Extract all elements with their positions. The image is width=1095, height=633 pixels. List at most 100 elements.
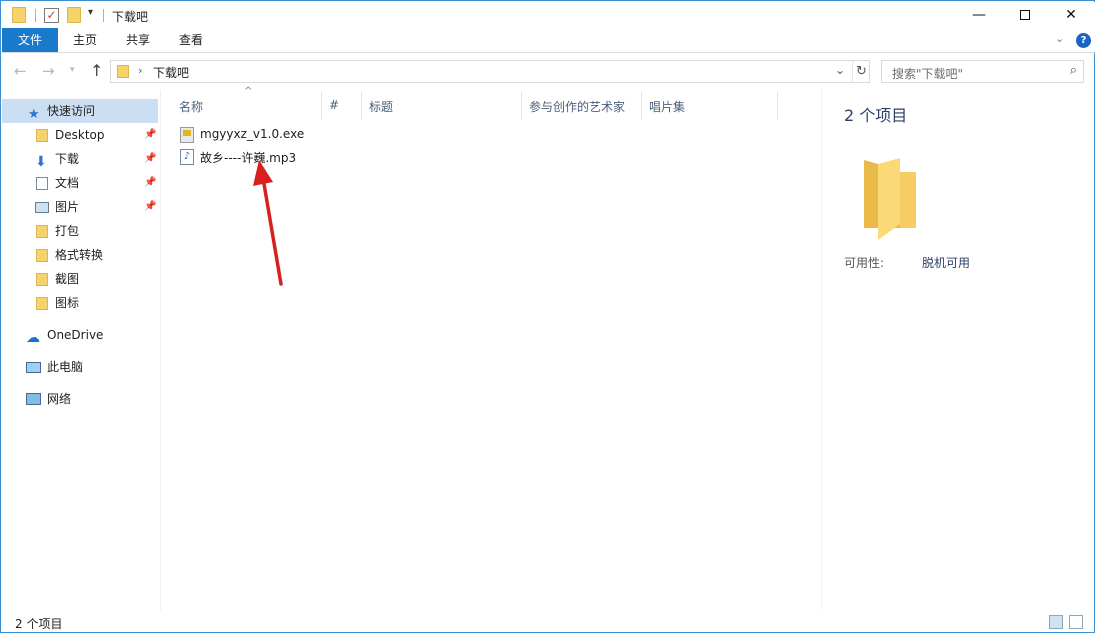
folder-icon	[117, 65, 129, 78]
sidebar-item-documents[interactable]: 文档 📌	[2, 171, 158, 195]
computer-icon	[26, 362, 41, 373]
sidebar-item-pack[interactable]: 打包	[2, 219, 158, 243]
status-text: 2 个项目	[15, 617, 63, 631]
new-folder-icon[interactable]	[67, 7, 81, 23]
details-view-icon[interactable]	[1049, 615, 1063, 629]
divider	[103, 9, 104, 22]
tab-file[interactable]: 文件	[2, 28, 58, 52]
download-icon: ⬇	[35, 154, 47, 170]
sidebar-item-this-pc[interactable]: 此电脑	[2, 355, 158, 379]
properties-icon[interactable]: ✓	[44, 8, 59, 23]
customize-toolbar-icon[interactable]: ▾	[88, 7, 93, 18]
sidebar-item-label: 文档	[55, 176, 80, 190]
column-name[interactable]: 名称	[179, 98, 203, 115]
sidebar-item-network[interactable]: 网络	[2, 387, 158, 411]
help-icon[interactable]: ?	[1076, 33, 1091, 48]
sidebar-item-label: Desktop	[55, 128, 105, 142]
tab-share[interactable]: 共享	[112, 28, 164, 52]
search-input[interactable]: 搜索"下载吧" ⌕	[881, 60, 1084, 83]
column-divider[interactable]	[521, 92, 522, 120]
sidebar-item-screenshots[interactable]: 截图	[2, 267, 158, 291]
sort-ascending-icon: ^	[244, 86, 253, 97]
column-divider[interactable]	[321, 92, 322, 120]
sidebar-item-label: OneDrive	[47, 328, 104, 342]
navigation-pane: ★ 快速访问 Desktop 📌 ⬇ 下载 📌 文档 📌 图片 📌 打包 格式转…	[2, 90, 160, 610]
star-icon: ★	[28, 107, 40, 122]
pin-icon[interactable]: 📌	[144, 195, 156, 219]
search-placeholder: 搜索"下载吧"	[892, 67, 964, 81]
item-count: 2 个项目	[844, 106, 908, 125]
expand-ribbon-icon[interactable]: ⌄	[1055, 32, 1064, 45]
pin-icon[interactable]: 📌	[144, 147, 156, 171]
availability-value: 脱机可用	[922, 256, 971, 270]
recent-locations-icon[interactable]: ▾	[70, 65, 75, 75]
window-title: 下载吧	[112, 10, 149, 24]
column-divider[interactable]	[361, 92, 362, 120]
folder-icon	[36, 273, 48, 286]
up-arrow-icon[interactable]: ↑	[90, 61, 103, 80]
document-icon	[36, 177, 48, 190]
folder-icon	[12, 7, 26, 23]
sidebar-item-label: 快速访问	[47, 104, 96, 118]
minimize-button[interactable]: —	[956, 2, 1002, 28]
navigation-bar: ← → ▾ ↑ › 下载吧 ⌄ ↻ 搜索"下载吧" ⌕	[2, 54, 1095, 90]
sidebar-item-icons[interactable]: 图标	[2, 291, 158, 315]
column-headers: ^ 名称 # 标题 参与创作的艺术家 唱片集	[171, 86, 811, 120]
search-icon[interactable]: ⌕	[1070, 63, 1077, 78]
sidebar-item-format-convert[interactable]: 格式转换	[2, 243, 158, 267]
sidebar-item-desktop[interactable]: Desktop 📌	[2, 123, 158, 147]
breadcrumb-current[interactable]: 下载吧	[153, 64, 189, 81]
annotation-arrow-icon	[253, 160, 283, 286]
folder-icon	[36, 225, 48, 238]
details-pane: 2 个项目 可用性: 脱机可用	[821, 90, 1095, 610]
sidebar-item-label: 截图	[55, 272, 80, 286]
title-bar: ✓ ▾ 下载吧 — ✕	[2, 2, 1095, 28]
sidebar-item-label: 下载	[55, 152, 80, 166]
tab-home[interactable]: 主页	[60, 28, 110, 52]
folder-icon	[36, 129, 48, 142]
large-icons-view-icon[interactable]	[1069, 615, 1083, 629]
sidebar-item-quick-access[interactable]: ★ 快速访问	[2, 99, 158, 123]
sidebar-item-label: 图标	[55, 296, 80, 310]
pin-icon[interactable]: 📌	[144, 171, 156, 195]
ribbon: 文件 主页 共享 查看 ⌄ ?	[2, 28, 1095, 53]
file-row[interactable]: mgyyxz_v1.0.exe	[176, 124, 316, 146]
forward-arrow-icon[interactable]: →	[42, 62, 55, 80]
maximize-button[interactable]	[1002, 2, 1048, 28]
folder-icon	[36, 297, 48, 310]
divider	[35, 9, 36, 22]
sidebar-item-label: 网络	[47, 392, 72, 406]
status-bar: 2 个项目	[2, 610, 1095, 633]
pictures-icon	[35, 202, 49, 213]
sidebar-item-onedrive[interactable]: ☁ OneDrive	[2, 323, 158, 347]
column-artist[interactable]: 参与创作的艺术家	[529, 98, 625, 115]
column-album[interactable]: 唱片集	[649, 98, 685, 115]
refresh-icon[interactable]: ↻	[852, 61, 870, 82]
sidebar-item-pictures[interactable]: 图片 📌	[2, 195, 158, 219]
folder-icon	[36, 249, 48, 262]
column-number[interactable]: #	[329, 98, 339, 112]
sidebar-item-label: 打包	[55, 224, 80, 238]
tab-view[interactable]: 查看	[166, 28, 216, 52]
file-row[interactable]: ♪ 故乡----许巍.mp3	[176, 146, 316, 168]
breadcrumb-separator[interactable]: ›	[138, 64, 142, 77]
sidebar-item-label: 此电脑	[47, 360, 84, 374]
close-button[interactable]: ✕	[1048, 2, 1094, 28]
back-arrow-icon[interactable]: ←	[14, 62, 27, 80]
sidebar-item-label: 格式转换	[55, 248, 104, 262]
sidebar-item-downloads[interactable]: ⬇ 下载 📌	[2, 147, 158, 171]
audio-file-icon: ♪	[180, 149, 194, 165]
availability-label: 可用性:	[844, 256, 885, 270]
pane-divider[interactable]	[160, 90, 161, 610]
file-name: mgyyxz_v1.0.exe	[200, 127, 305, 141]
cloud-icon: ☁	[26, 330, 40, 346]
address-bar[interactable]: › 下载吧 ⌄ ↻	[110, 60, 870, 83]
exe-icon	[180, 127, 194, 143]
address-dropdown-icon[interactable]: ⌄	[835, 63, 845, 77]
column-divider[interactable]	[777, 92, 778, 120]
pin-icon[interactable]: 📌	[144, 123, 156, 147]
column-divider[interactable]	[641, 92, 642, 120]
large-folder-icon	[864, 158, 916, 240]
column-title[interactable]: 标题	[369, 98, 393, 115]
network-icon	[26, 393, 41, 405]
